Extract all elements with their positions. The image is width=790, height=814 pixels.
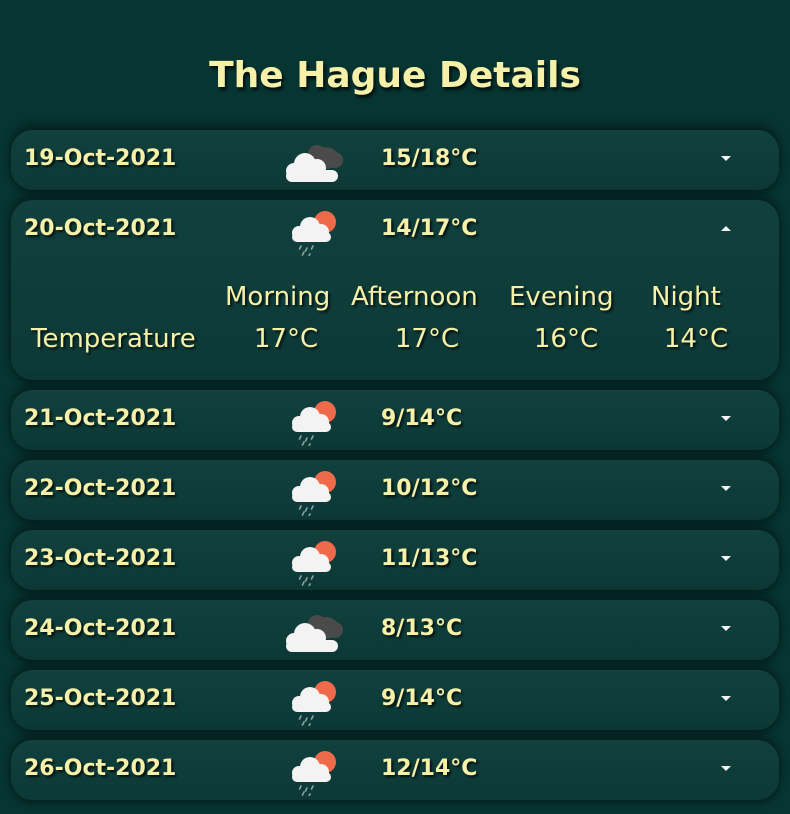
sun-cloud-rain-icon bbox=[279, 748, 351, 798]
chevron-down-icon[interactable] bbox=[714, 620, 738, 634]
sun-cloud-rain-icon bbox=[279, 398, 351, 448]
temperature-cell: 17°C bbox=[394, 324, 460, 354]
column-header: Afternoon bbox=[351, 282, 478, 312]
day-temperature-range: 11/13°C bbox=[381, 546, 478, 571]
chevron-down-icon[interactable] bbox=[714, 690, 738, 704]
temperature-cell: 14°C bbox=[663, 324, 729, 354]
day-temperature-range: 15/18°C bbox=[381, 146, 478, 171]
page-title: The Hague Details bbox=[209, 55, 581, 96]
sun-cloud-rain-icon bbox=[279, 678, 351, 728]
day-date: 19-Oct-2021 bbox=[24, 146, 177, 171]
temperature-cell: 16°C bbox=[533, 324, 599, 354]
temperature-cell: 17°C bbox=[253, 324, 319, 354]
day-header[interactable]: 26-Oct-2021 12/14°C bbox=[11, 740, 779, 800]
day-card: 26-Oct-2021 12/14°C bbox=[11, 740, 779, 800]
day-date: 24-Oct-2021 bbox=[24, 616, 177, 641]
day-temperature-range: 9/14°C bbox=[381, 406, 463, 431]
day-card: 21-Oct-2021 9/14°C bbox=[11, 390, 779, 450]
column-header: Morning bbox=[225, 282, 331, 312]
column-header: Night bbox=[651, 282, 721, 312]
chevron-down-icon[interactable] bbox=[714, 550, 738, 564]
day-header[interactable]: 19-Oct-2021 15/18°C bbox=[11, 130, 779, 190]
day-temperature-range: 8/13°C bbox=[381, 616, 463, 641]
cloudy-icon bbox=[279, 138, 351, 186]
column-header: Evening bbox=[509, 282, 614, 312]
day-card: 20-Oct-2021 14/17°C Morning Afternoon Evenin… bbox=[11, 200, 779, 380]
day-card: 23-Oct-2021 11/13°C bbox=[11, 530, 779, 590]
day-header[interactable]: 24-Oct-2021 8/13°C bbox=[11, 600, 779, 660]
sun-cloud-rain-icon bbox=[279, 538, 351, 588]
day-header[interactable]: 25-Oct-2021 9/14°C bbox=[11, 670, 779, 730]
chevron-down-icon[interactable] bbox=[714, 480, 738, 494]
day-temperature-range: 14/17°C bbox=[381, 216, 478, 241]
day-header[interactable]: 23-Oct-2021 11/13°C bbox=[11, 530, 779, 590]
day-date: 26-Oct-2021 bbox=[24, 756, 177, 781]
chevron-down-icon[interactable] bbox=[714, 760, 738, 774]
sun-cloud-rain-icon bbox=[279, 208, 351, 258]
sun-cloud-rain-icon bbox=[279, 468, 351, 518]
day-temperature-range: 10/12°C bbox=[381, 476, 478, 501]
day-temperature-range: 9/14°C bbox=[381, 686, 463, 711]
day-temperature-range: 12/14°C bbox=[381, 756, 478, 781]
row-label: Temperature bbox=[31, 324, 196, 354]
day-date: 20-Oct-2021 bbox=[24, 216, 177, 241]
day-date: 23-Oct-2021 bbox=[24, 546, 177, 571]
day-details-table: Morning Afternoon Evening Night Temperature 1… bbox=[11, 260, 779, 380]
day-header[interactable]: 21-Oct-2021 9/14°C bbox=[11, 390, 779, 450]
day-date: 25-Oct-2021 bbox=[24, 686, 177, 711]
forecast-list: 19-Oct-2021 15/18°C 20-Oct-2021 14/17°C Morn… bbox=[11, 130, 779, 810]
chevron-down-icon[interactable] bbox=[714, 150, 738, 164]
chevron-down-icon[interactable] bbox=[714, 410, 738, 424]
day-card: 19-Oct-2021 15/18°C bbox=[11, 130, 779, 190]
day-date: 22-Oct-2021 bbox=[24, 476, 177, 501]
chevron-up-icon[interactable] bbox=[714, 220, 738, 234]
day-header[interactable]: 22-Oct-2021 10/12°C bbox=[11, 460, 779, 520]
cloudy-icon bbox=[279, 608, 351, 656]
day-card: 25-Oct-2021 9/14°C bbox=[11, 670, 779, 730]
day-date: 21-Oct-2021 bbox=[24, 406, 177, 431]
day-card: 24-Oct-2021 8/13°C bbox=[11, 600, 779, 660]
day-header[interactable]: 20-Oct-2021 14/17°C bbox=[11, 200, 779, 260]
day-card: 22-Oct-2021 10/12°C bbox=[11, 460, 779, 520]
